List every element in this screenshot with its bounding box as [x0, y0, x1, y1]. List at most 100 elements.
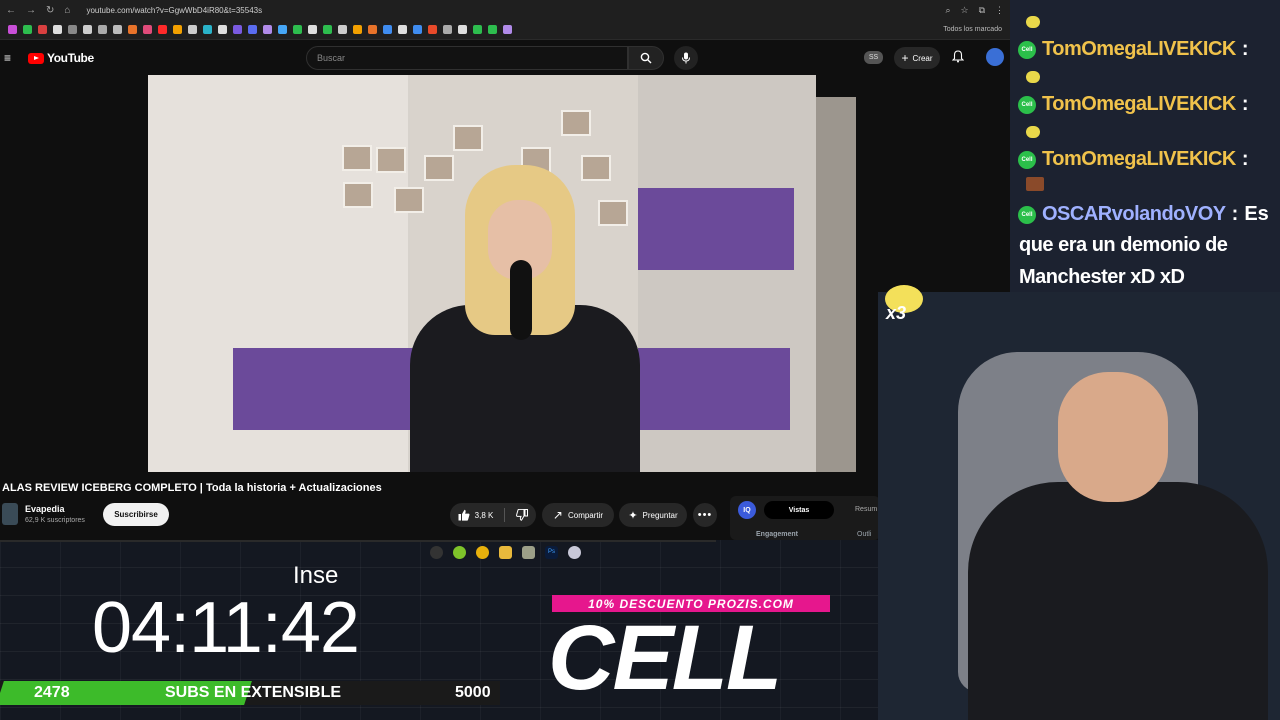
bookmark-icon[interactable]	[188, 25, 197, 34]
search-input[interactable]: Buscar	[306, 46, 628, 70]
bookmark-icon[interactable]	[278, 25, 287, 34]
bookmark-icon[interactable]	[113, 25, 122, 34]
back-icon[interactable]: ←	[6, 5, 16, 16]
youtube-play-icon	[28, 52, 44, 64]
microphone-icon	[682, 52, 690, 64]
bookmark-icon[interactable]	[383, 25, 392, 34]
stream-scene: ← → ↻ ⌂ youtube.com/watch?v=GgwWbD4iR80&…	[0, 0, 1280, 720]
bookmark-icon[interactable]	[233, 25, 242, 34]
video-side-strip	[816, 97, 856, 472]
bookmark-icon[interactable]	[53, 25, 62, 34]
obs-icon[interactable]	[430, 545, 443, 559]
chat-emote	[1026, 177, 1044, 191]
chat-username: OSCARvolandoVOY	[1042, 203, 1226, 225]
bookmark-icon[interactable]	[398, 25, 407, 34]
bookmark-icon[interactable]	[323, 25, 332, 34]
star-icon[interactable]: ☆	[960, 5, 968, 16]
bookmark-icon[interactable]	[218, 25, 227, 34]
chat-text: Es	[1244, 203, 1269, 225]
app-icon[interactable]	[453, 545, 466, 559]
ask-button[interactable]: ✦ Preguntar	[619, 503, 687, 527]
bookmark-icon[interactable]	[473, 25, 482, 34]
chat-message: Cell OSCARvolandoVOY : Es	[1018, 203, 1269, 226]
bookmark-icon[interactable]	[38, 25, 47, 34]
bookmark-icon[interactable]	[203, 25, 212, 34]
video-wall-photo	[342, 145, 372, 171]
ss-badge[interactable]: SS	[864, 51, 883, 64]
chat-emote	[1026, 71, 1040, 83]
video-player[interactable]	[148, 75, 816, 472]
subscribe-button[interactable]: Suscribirse	[103, 503, 169, 526]
bookmark-icon[interactable]	[23, 25, 32, 34]
bookmark-icon[interactable]	[173, 25, 182, 34]
reload-icon[interactable]: ↻	[46, 5, 54, 16]
chat-username: TomOmegaLIVEKICK	[1042, 38, 1236, 60]
like-button[interactable]: 3,8 K	[458, 509, 493, 521]
folder-icon[interactable]	[499, 545, 512, 559]
bookmark-icon[interactable]	[338, 25, 347, 34]
menu-icon[interactable]: ⋮	[995, 5, 1004, 16]
q-extension-icon[interactable]: IQ	[738, 501, 756, 519]
account-avatar[interactable]	[986, 48, 1004, 66]
bookmark-icon[interactable]	[353, 25, 362, 34]
bookmark-icon[interactable]	[308, 25, 317, 34]
bookmark-icon[interactable]	[428, 25, 437, 34]
chat-badge-icon: Cell	[1018, 150, 1036, 169]
youtube-logo[interactable]: YouTube	[28, 51, 94, 65]
emote-combo-count: x3	[886, 303, 907, 323]
home-icon[interactable]: ⌂	[64, 5, 70, 16]
engagement-label: Engagement	[756, 531, 799, 538]
bookmark-icon[interactable]	[458, 25, 467, 34]
bookmark-icon[interactable]	[263, 25, 272, 34]
tab-vistas[interactable]: Vistas	[764, 501, 834, 519]
chrome-icon[interactable]	[476, 545, 489, 559]
bookmark-icon[interactable]	[98, 25, 107, 34]
page-divider	[0, 540, 716, 542]
channel-name[interactable]: Evapedia	[25, 504, 65, 514]
bookmark-icon[interactable]	[443, 25, 452, 34]
app-icon[interactable]	[522, 545, 535, 559]
create-label: Crear	[912, 53, 933, 63]
brand-logo: CELL	[548, 607, 782, 709]
bookmarks-folder[interactable]: Todos los marcado	[943, 26, 1002, 33]
chat-badge-icon: Cell	[1018, 205, 1036, 224]
extensions-icon[interactable]: ⧉	[979, 5, 985, 16]
bookmark-icon[interactable]	[413, 25, 422, 34]
sparkle-icon: ✦	[628, 509, 638, 522]
voice-search-button[interactable]	[674, 46, 698, 70]
bookmark-icon[interactable]	[248, 25, 257, 34]
app-icon[interactable]	[568, 545, 581, 559]
tab-resumen[interactable]: Resum	[855, 506, 877, 513]
hamburger-menu-icon[interactable]: ≡	[4, 51, 14, 65]
bookmark-icon[interactable]	[128, 25, 137, 34]
share-button[interactable]: ↗ Compartir	[542, 503, 614, 527]
browser-window: ← → ↻ ⌂ youtube.com/watch?v=GgwWbD4iR80&…	[0, 0, 1010, 542]
bookmark-icon[interactable]	[83, 25, 92, 34]
create-button[interactable]: + Crear	[894, 47, 940, 69]
chat-username: TomOmegaLIVEKICK	[1042, 148, 1236, 170]
bookmark-icon[interactable]	[488, 25, 497, 34]
bookmark-icon[interactable]	[8, 25, 17, 34]
bookmark-icon[interactable]	[293, 25, 302, 34]
video-drawer	[638, 188, 794, 270]
notifications-bell-icon[interactable]	[951, 50, 965, 66]
more-actions-button[interactable]: •••	[693, 503, 717, 527]
url-field[interactable]: youtube.com/watch?v=GgwWbD4iR80&t=35543s	[86, 6, 935, 15]
search-button[interactable]	[628, 46, 664, 70]
bookmark-icon[interactable]	[68, 25, 77, 34]
thumbs-down-icon[interactable]	[516, 509, 529, 521]
bookmark-icon[interactable]	[368, 25, 377, 34]
chat-text-continued: Manchester xD xD	[1019, 266, 1185, 288]
bookmark-icon[interactable]	[503, 25, 512, 34]
like-divider	[504, 508, 506, 522]
overlay-caption: Inse	[293, 562, 339, 589]
chat-emote	[1026, 16, 1040, 28]
bookmark-icon[interactable]	[143, 25, 152, 34]
forward-icon[interactable]: →	[26, 5, 36, 16]
photoshop-icon[interactable]: Ps	[545, 545, 558, 559]
stream-timer: 04:11:42	[92, 588, 360, 668]
ask-label: Preguntar	[642, 510, 678, 520]
zoom-icon[interactable]: ⌕	[945, 5, 950, 16]
channel-avatar[interactable]	[2, 503, 18, 525]
bookmark-icon[interactable]	[158, 25, 167, 34]
